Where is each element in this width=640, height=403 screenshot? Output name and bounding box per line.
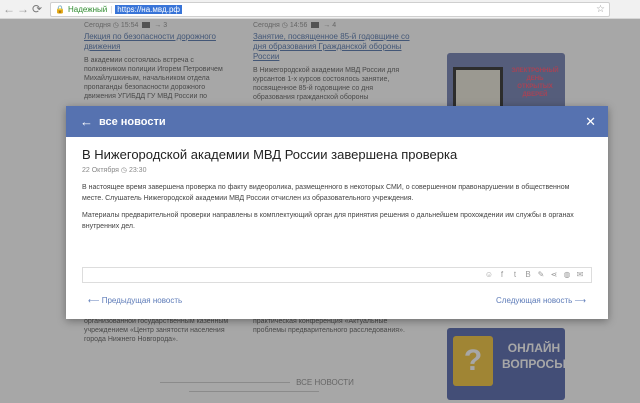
lock-icon: 🔒: [55, 4, 65, 14]
url-text[interactable]: https://на.мвд.рф: [115, 4, 182, 14]
secure-label: Надежный: [67, 4, 108, 14]
share-icons: ☺ f t B ✎ ⋖ ◍ ✉: [484, 269, 585, 280]
modal-header: ← все новости ✕: [66, 106, 608, 137]
address-bar[interactable]: 🔒 Надежный | https://на.мвд.рф ☆: [50, 1, 610, 17]
next-news-link[interactable]: Следующая новость ⟶: [496, 296, 586, 305]
vk-icon[interactable]: B: [523, 269, 533, 280]
article-paragraph: В настоящее время завершена проверка по …: [82, 184, 570, 202]
bookmark-star-icon[interactable]: ☆: [596, 4, 605, 15]
article-title: В Нижегородской академии МВД России заве…: [82, 147, 458, 162]
share-icon[interactable]: ⋖: [549, 269, 559, 280]
prev-news-label: Предыдущая новость: [101, 296, 183, 305]
all-news-back-link[interactable]: все новости: [99, 116, 166, 128]
article-date-row: 22 Октября ◷ 23:30: [82, 166, 146, 174]
mail-icon[interactable]: ✉: [575, 269, 585, 280]
address-separator: |: [110, 4, 113, 14]
next-news-label: Следующая новость: [496, 296, 573, 305]
odnoklassniki-icon[interactable]: ☺: [484, 269, 494, 280]
close-icon[interactable]: ✕: [585, 114, 596, 130]
article-paragraph: Материалы предварительной проверки напра…: [82, 212, 574, 230]
facebook-icon[interactable]: f: [497, 269, 507, 280]
clock-icon: ◷: [120, 167, 127, 174]
arrow-left-icon: ⟵: [88, 296, 100, 305]
article-time: 23:30: [128, 167, 147, 174]
livejournal-icon[interactable]: ✎: [536, 269, 546, 280]
news-modal: ← все новости ✕ В Нижегородской академии…: [66, 106, 608, 319]
article-date: 22 Октября: [82, 167, 119, 174]
back-arrow-icon[interactable]: ←: [2, 2, 16, 16]
blog-icon[interactable]: ◍: [562, 269, 572, 280]
back-arrow-icon[interactable]: ←: [80, 114, 93, 129]
forward-arrow-icon[interactable]: →: [16, 2, 30, 16]
reload-icon[interactable]: ⟳: [30, 2, 44, 16]
twitter-icon[interactable]: t: [510, 269, 520, 280]
prev-news-link[interactable]: ⟵ Предыдущая новость: [88, 296, 182, 305]
share-bar: ☺ f t B ✎ ⋖ ◍ ✉: [82, 267, 592, 283]
browser-toolbar: ← → ⟳ 🔒 Надежный | https://на.мвд.рф ☆: [0, 0, 640, 19]
arrow-right-icon: ⟶: [574, 296, 586, 305]
